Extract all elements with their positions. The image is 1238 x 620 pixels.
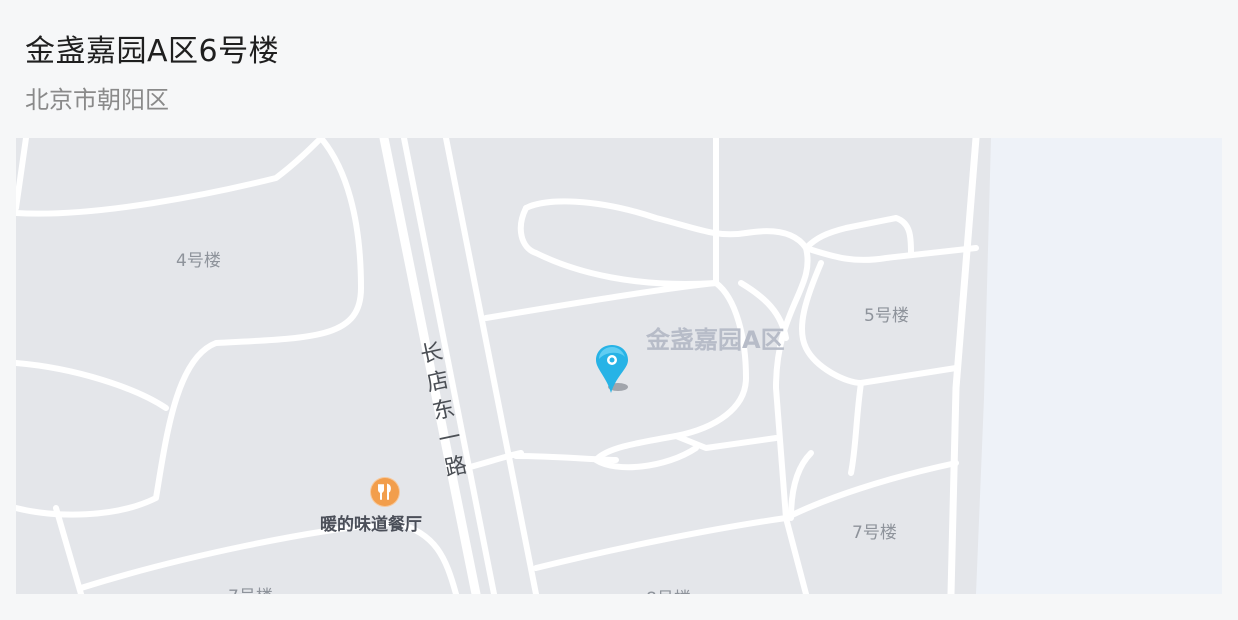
building-label: 8号楼 [646,584,691,594]
restaurant-icon[interactable] [371,478,399,506]
poi-label[interactable]: 暖的味道餐厅 [320,510,422,535]
area-label: 金盏嘉园A区 [646,326,785,354]
building-label: 7号楼 [228,582,273,594]
map-view[interactable]: 4号楼 5号楼 7号楼 7号楼 8号楼 金盏嘉园A区 长 店 东 一 路 暖的味… [16,138,1222,594]
location-address: 北京市朝阳区 [25,86,169,114]
location-pin-icon[interactable] [594,343,638,397]
location-card[interactable]: 金盏嘉园A区6号楼 北京市朝阳区 4号楼 5号楼 7号楼 金盏嘉园A区 长 店 … [0,0,1238,620]
building-label: 4号楼 [176,251,221,271]
fork-knife-icon [378,483,391,500]
building-label: 7号楼 [852,523,897,543]
location-title: 金盏嘉园A区6号楼 [25,34,280,69]
building-label: 5号楼 [864,306,909,326]
